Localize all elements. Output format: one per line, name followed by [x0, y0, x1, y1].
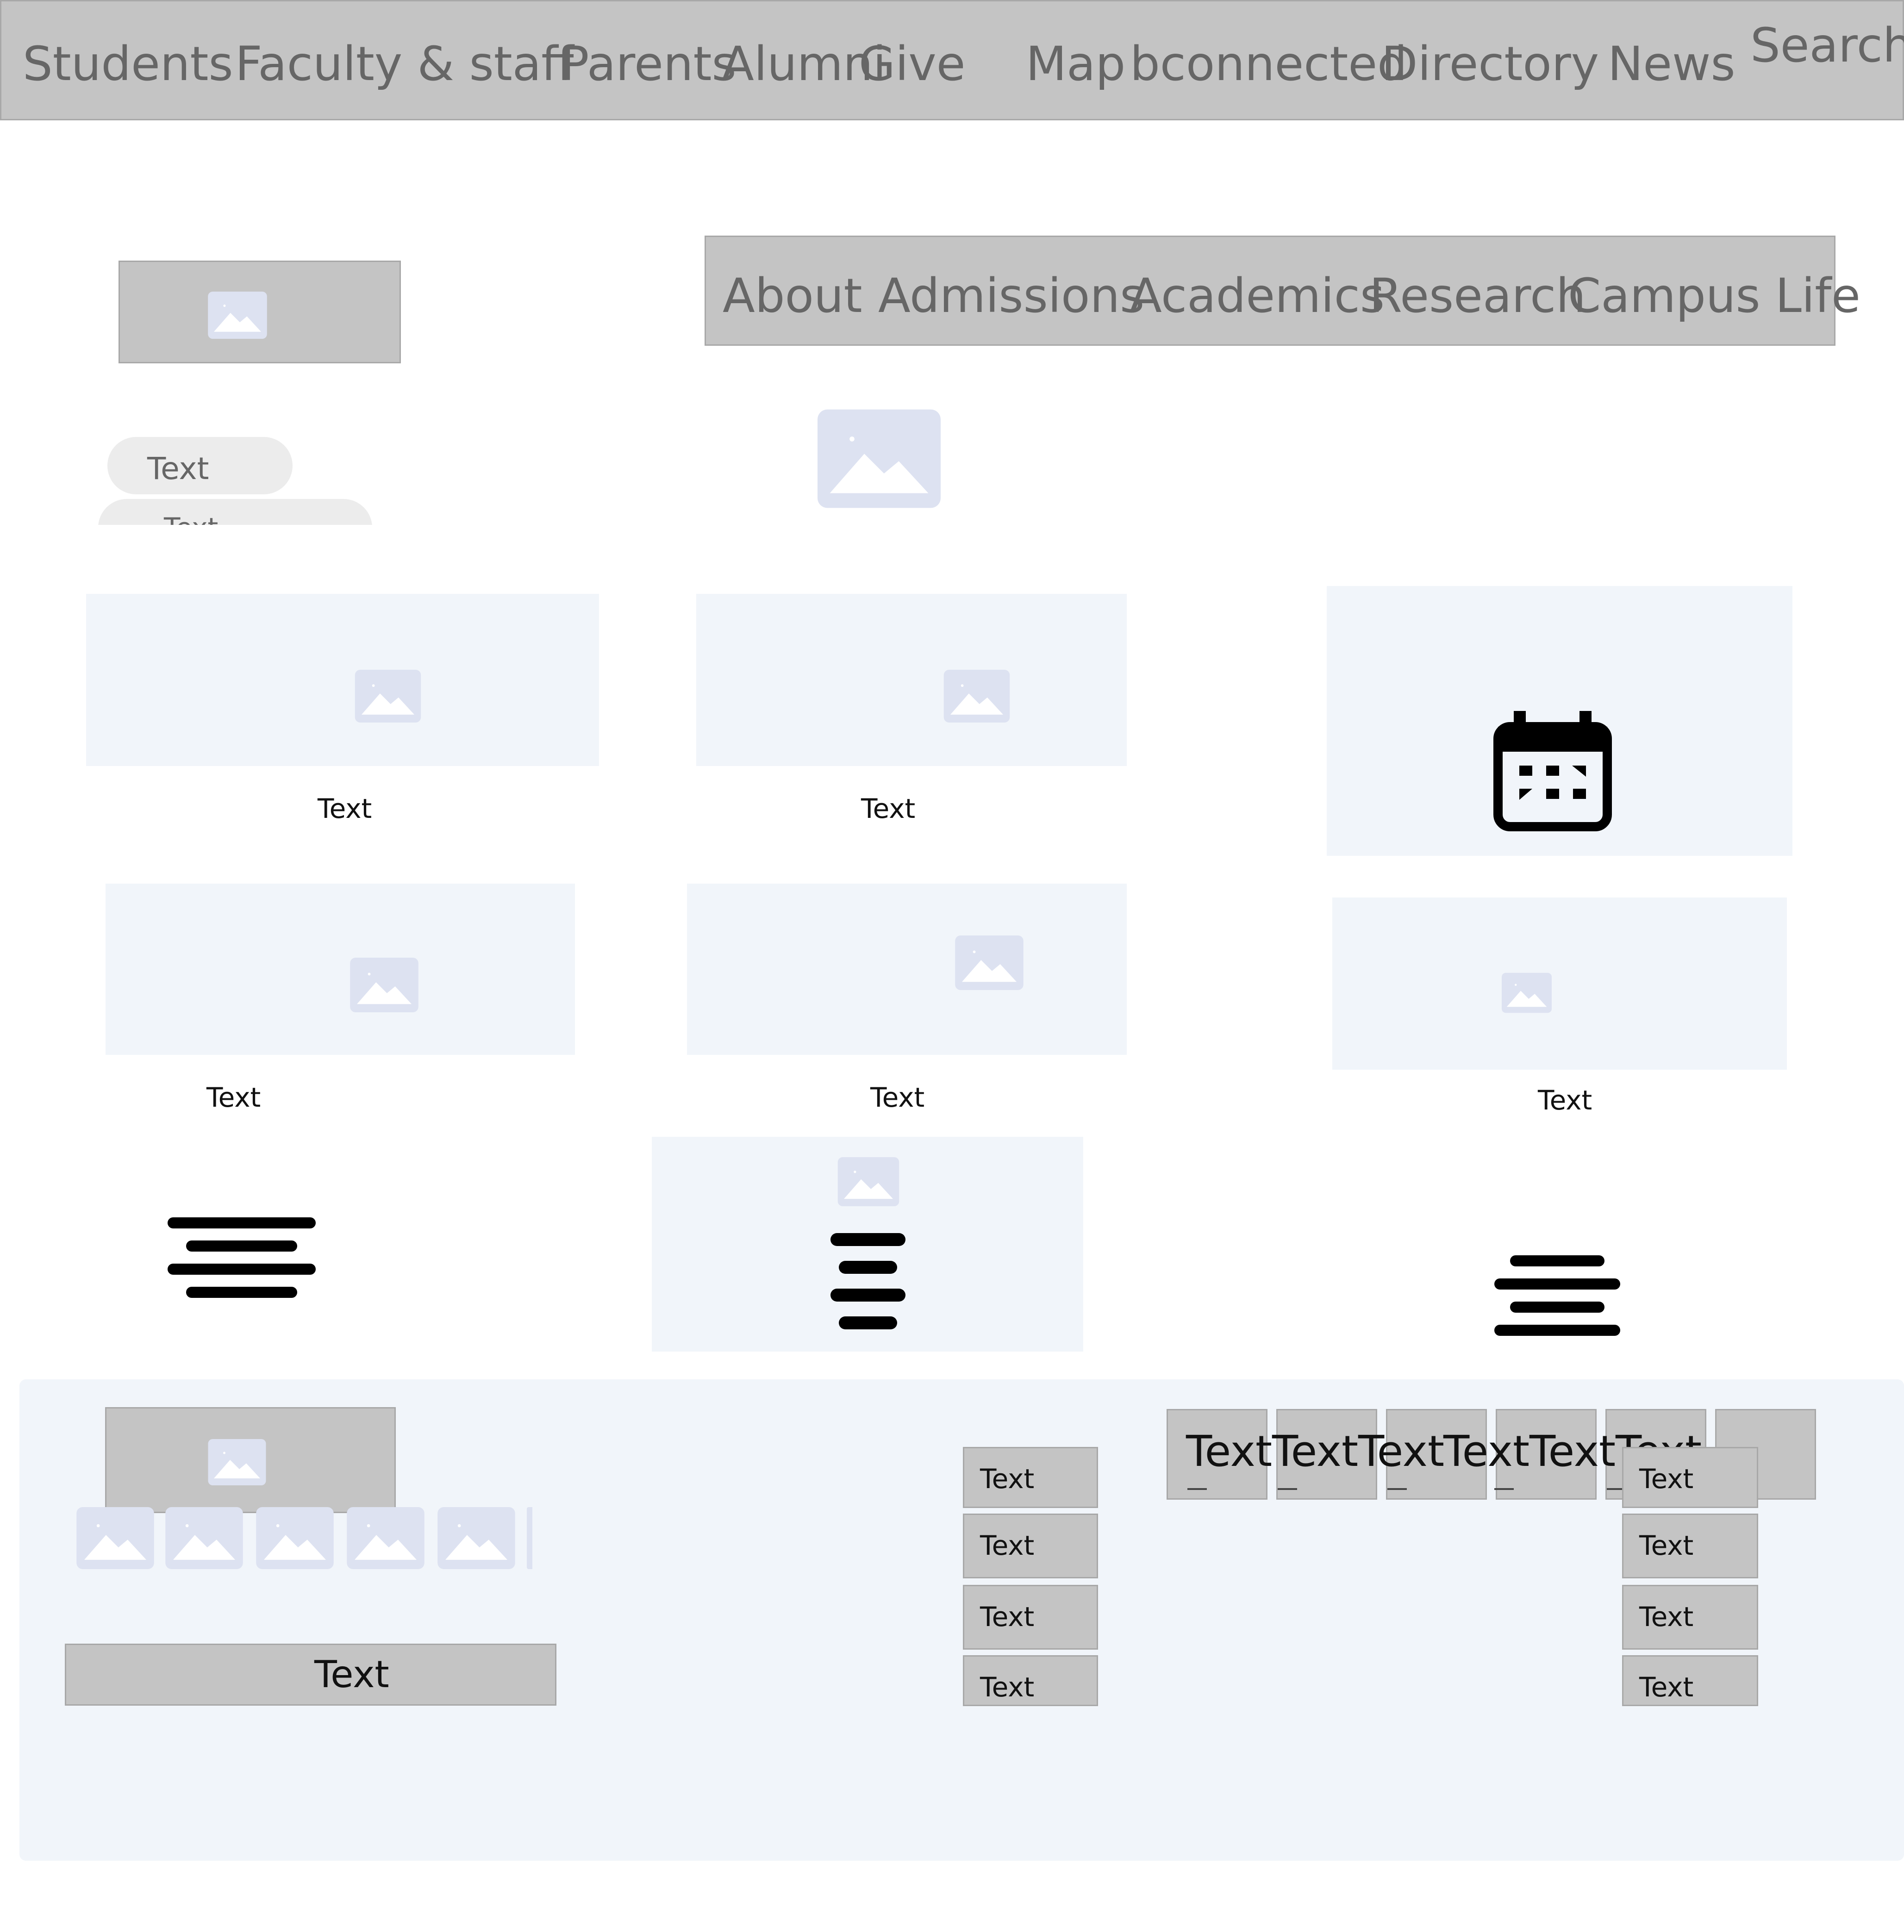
card-caption[interactable]: Text [861, 795, 915, 822]
pill-clip: Text [93, 495, 389, 525]
footer-wide-button-label: Text [314, 1653, 389, 1696]
footer-link[interactable]: Text [963, 1655, 1098, 1706]
nav-item-about[interactable]: About [723, 273, 862, 320]
image-placeholder-icon [834, 1157, 903, 1206]
card-image[interactable] [106, 884, 575, 1055]
main-nav-bar: About Admissions Academics Research Camp… [705, 236, 1860, 346]
footer-tab-label: Text [1272, 1427, 1359, 1476]
menu-lines-icon[interactable] [1493, 1253, 1621, 1338]
image-placeholder-icon [953, 935, 1026, 990]
top-link-bconnected[interactable]: bconnected [1130, 41, 1407, 88]
card-caption[interactable]: Text [318, 795, 372, 822]
footer-tab-label: Text [1529, 1427, 1616, 1476]
top-link-news[interactable]: News [1608, 41, 1735, 88]
top-link-students[interactable]: Students [23, 41, 233, 88]
top-link-give[interactable]: Give [859, 41, 966, 88]
nav-item-campus-life[interactable]: Campus Life [1568, 273, 1860, 320]
search-button[interactable]: Search [1750, 22, 1904, 69]
pill-button[interactable]: Text [107, 437, 293, 494]
card-image[interactable] [1332, 897, 1787, 1070]
footer-logo-image[interactable] [105, 1407, 396, 1513]
footer-wide-button[interactable]: Text [65, 1644, 556, 1706]
image-placeholder-icon [936, 670, 1018, 723]
logo-image[interactable] [119, 261, 401, 363]
footer-link[interactable]: Text [963, 1585, 1098, 1650]
card-caption[interactable]: Text [1538, 1087, 1592, 1114]
top-link-parents[interactable]: Parents [561, 41, 737, 88]
image-placeholder-icon [348, 958, 420, 1012]
image-placeholder-icon[interactable] [165, 1507, 243, 1569]
nav-item-admissions[interactable]: Admissions [878, 273, 1144, 320]
top-link-map[interactable]: Map [1026, 41, 1125, 88]
calendar-icon [1493, 711, 1612, 831]
tab-underline [1387, 1488, 1407, 1490]
nav-item-academics[interactable]: Academics [1130, 273, 1385, 320]
events-calendar-card[interactable] [1327, 586, 1792, 856]
pill-label: Text [147, 451, 209, 486]
image-placeholder-icon[interactable] [255, 1507, 335, 1569]
nav-item-research[interactable]: Research [1369, 273, 1586, 320]
footer-link[interactable]: Text [1622, 1585, 1758, 1650]
footer-link[interactable]: Text [963, 1447, 1098, 1508]
footer-link[interactable]: Text [1622, 1655, 1758, 1706]
tab-underline [1278, 1488, 1297, 1490]
pill-button[interactable]: Text [98, 499, 372, 525]
menu-lines-icon [830, 1233, 905, 1329]
menu-lines-icon[interactable] [167, 1215, 317, 1303]
footer-tab-label: Text [1186, 1427, 1273, 1476]
top-link-directory[interactable]: Directory [1381, 41, 1599, 88]
footer-tab-label: Text [1443, 1427, 1530, 1476]
top-utility-bar: Students Faculty & staff Parents Alumni … [0, 0, 1904, 120]
image-placeholder-icon[interactable] [527, 1507, 532, 1569]
image-placeholder-icon [206, 292, 269, 339]
footer-tab-label: Text [1358, 1427, 1445, 1476]
footer-link[interactable]: Text [1622, 1514, 1758, 1578]
card-image[interactable] [86, 594, 599, 766]
media-panel[interactable] [652, 1137, 1083, 1352]
image-placeholder-icon [818, 401, 941, 517]
image-placeholder-icon [206, 1439, 268, 1485]
image-placeholder-icon [1502, 971, 1552, 1015]
footer-link[interactable]: Text [963, 1514, 1098, 1578]
image-placeholder-icon[interactable] [436, 1507, 517, 1569]
image-placeholder-icon[interactable] [76, 1507, 155, 1569]
footer-link[interactable]: Text [1622, 1447, 1758, 1508]
image-placeholder-icon [354, 670, 422, 723]
tab-underline [1494, 1488, 1514, 1490]
image-placeholder-icon[interactable] [346, 1507, 425, 1569]
card-caption[interactable]: Text [206, 1084, 261, 1111]
top-link-faculty-staff[interactable]: Faculty & staff [235, 41, 574, 88]
card-image[interactable] [687, 884, 1127, 1055]
card-caption[interactable]: Text [870, 1084, 924, 1111]
pill-label: Text [164, 512, 218, 525]
tab-underline [1187, 1488, 1207, 1490]
card-image[interactable] [696, 594, 1127, 766]
